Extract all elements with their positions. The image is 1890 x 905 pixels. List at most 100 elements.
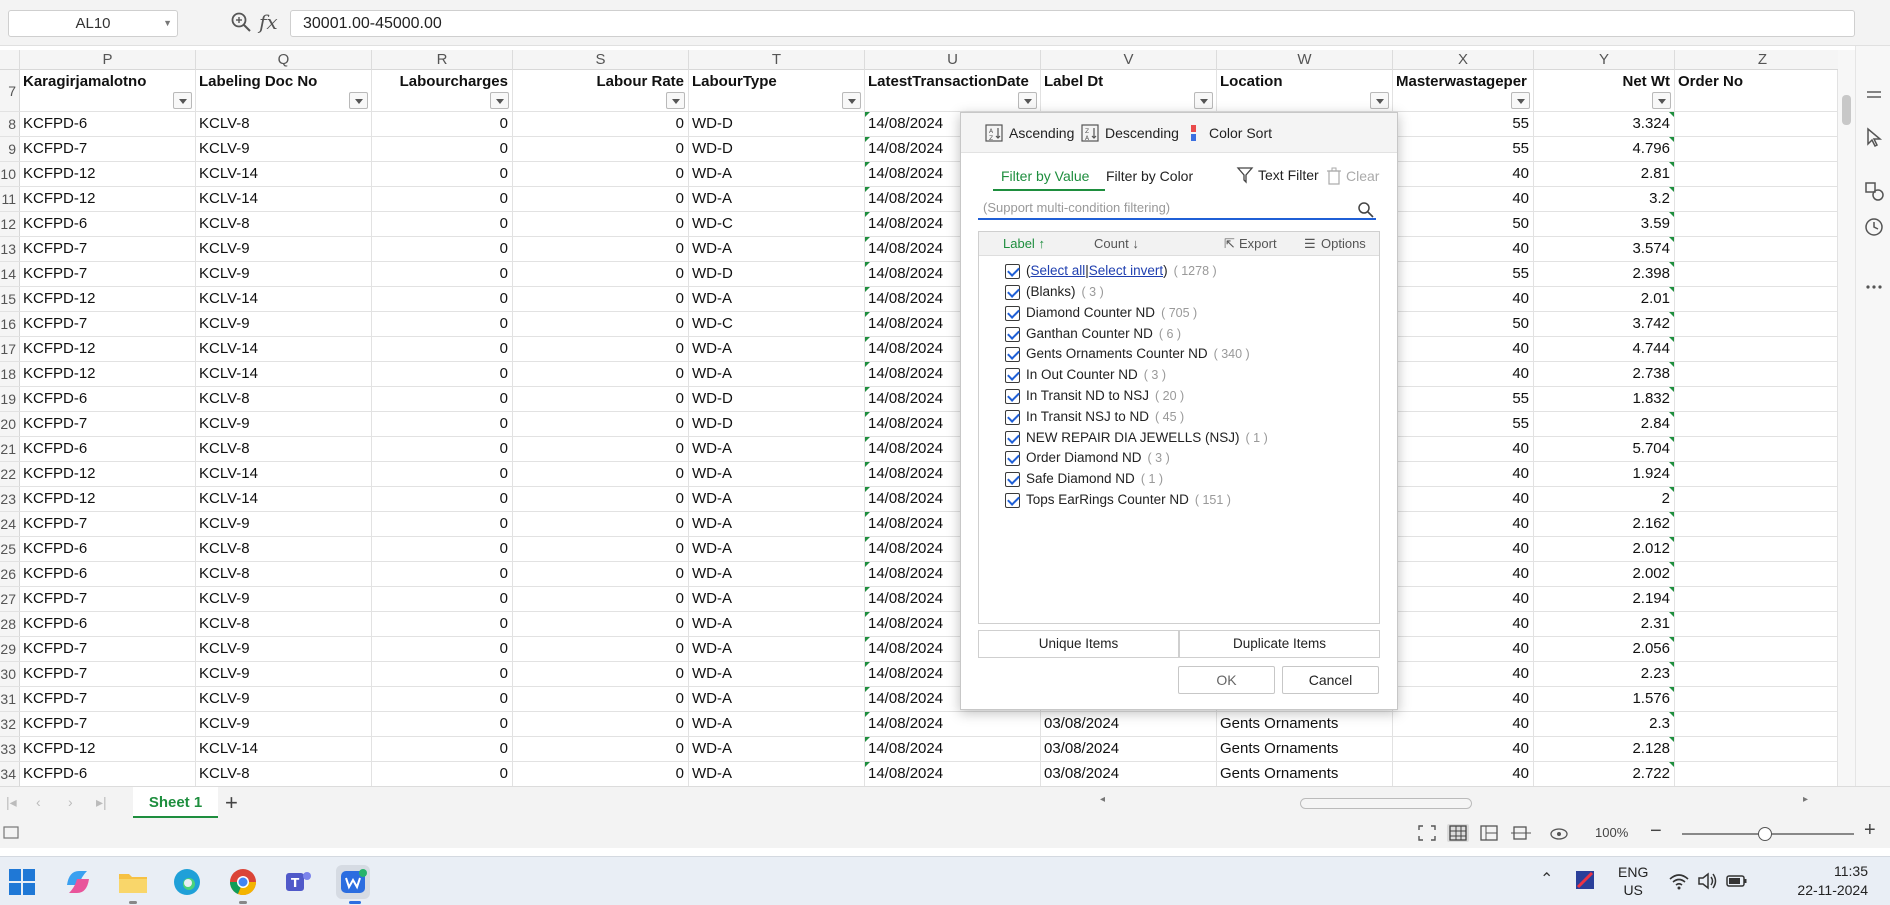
checkbox-icon[interactable] — [1005, 285, 1020, 300]
cell-x[interactable]: 50 — [1393, 212, 1534, 236]
row-number[interactable]: 17 — [0, 337, 20, 361]
cell-x[interactable]: 40 — [1393, 162, 1534, 186]
cell-z[interactable] — [1675, 262, 1838, 286]
column-letter[interactable]: Z — [1675, 50, 1851, 70]
cell-u[interactable]: 14/08/2024 — [865, 737, 1041, 761]
scroll-left-icon[interactable]: ◂ — [1100, 794, 1105, 805]
clear-button[interactable]: Clear — [1326, 167, 1379, 185]
zoom-level[interactable]: 100% — [1595, 825, 1628, 840]
column-letter[interactable]: W — [1217, 50, 1393, 70]
cell-s[interactable]: 0 — [513, 737, 689, 761]
cell-t[interactable]: WD-A — [689, 237, 865, 261]
cell-y[interactable]: 3.59 — [1534, 212, 1675, 236]
add-sheet-icon[interactable]: + — [225, 790, 238, 816]
cell-t[interactable]: WD-C — [689, 312, 865, 336]
cell-z[interactable] — [1675, 762, 1838, 786]
cell-p[interactable]: KCFPD-6 — [20, 112, 196, 136]
cell-r[interactable]: 0 — [372, 362, 513, 386]
cell-p[interactable]: KCFPD-12 — [20, 337, 196, 361]
cell-x[interactable]: 40 — [1393, 362, 1534, 386]
cell-v[interactable]: 03/08/2024 — [1041, 737, 1217, 761]
cell-y[interactable]: 5.704 — [1534, 437, 1675, 461]
cell-y[interactable]: 2.012 — [1534, 537, 1675, 561]
cell-z[interactable] — [1675, 637, 1838, 661]
page-layout-icon[interactable] — [1478, 824, 1500, 842]
cell-r[interactable]: 0 — [372, 737, 513, 761]
formula-input[interactable]: 30001.00-45000.00 — [290, 10, 1855, 37]
cell-z[interactable] — [1675, 487, 1838, 511]
cell-r[interactable]: 0 — [372, 162, 513, 186]
row-number[interactable]: 29 — [0, 637, 20, 661]
tab-filter-by-value[interactable]: Filter by Value — [993, 168, 1106, 191]
cell-r[interactable]: 0 — [372, 687, 513, 711]
copilot-icon[interactable] — [61, 865, 95, 899]
cell-u[interactable]: 14/08/2024 — [865, 712, 1041, 736]
fullscreen-icon[interactable] — [1416, 824, 1438, 842]
row-number[interactable]: 22 — [0, 462, 20, 486]
cell-q[interactable]: KCLV-9 — [196, 587, 372, 611]
cell-p[interactable]: KCFPD-7 — [20, 512, 196, 536]
row-number[interactable]: 13 — [0, 237, 20, 261]
cell-y[interactable]: 1.576 — [1534, 687, 1675, 711]
chrome-icon[interactable] — [226, 865, 260, 899]
row-number[interactable]: 32 — [0, 712, 20, 736]
cell-z[interactable] — [1675, 512, 1838, 536]
row-number[interactable]: 11 — [0, 187, 20, 211]
cell-y[interactable]: 2.002 — [1534, 562, 1675, 586]
cell-s[interactable]: 0 — [513, 262, 689, 286]
cell-q[interactable]: KCLV-9 — [196, 512, 372, 536]
cell-t[interactable]: WD-A — [689, 762, 865, 786]
cell-q[interactable]: KCLV-9 — [196, 262, 372, 286]
cell-p[interactable]: KCFPD-7 — [20, 262, 196, 286]
cell-p[interactable]: KCFPD-6 — [20, 387, 196, 411]
filter-dropdown-button[interactable] — [842, 92, 861, 109]
volume-icon[interactable] — [1697, 871, 1719, 891]
cell-x[interactable]: 40 — [1393, 487, 1534, 511]
cell-r[interactable]: 0 — [372, 287, 513, 311]
cell-s[interactable]: 0 — [513, 612, 689, 636]
cell-q[interactable]: KCLV-8 — [196, 437, 372, 461]
last-sheet-icon[interactable]: ▸| — [96, 794, 107, 811]
row-number[interactable]: 25 — [0, 537, 20, 561]
row-number[interactable]: 9 — [0, 137, 20, 161]
cell-z[interactable] — [1675, 712, 1838, 736]
cell-z[interactable] — [1675, 412, 1838, 436]
cell-r[interactable]: 0 — [372, 712, 513, 736]
cell-z[interactable] — [1675, 237, 1838, 261]
language-indicator[interactable]: ENG US — [1618, 863, 1648, 899]
cell-s[interactable]: 0 — [513, 537, 689, 561]
magnifier-icon[interactable] — [230, 11, 252, 33]
row-number[interactable]: 20 — [0, 412, 20, 436]
cell-y[interactable]: 2 — [1534, 487, 1675, 511]
cell-q[interactable]: KCLV-9 — [196, 237, 372, 261]
cell-y[interactable]: 3.324 — [1534, 112, 1675, 136]
cell-t[interactable]: WD-A — [689, 637, 865, 661]
cell-s[interactable]: 0 — [513, 112, 689, 136]
search-icon[interactable] — [1357, 201, 1374, 218]
column-letter[interactable]: P — [20, 50, 196, 70]
cell-s[interactable]: 0 — [513, 412, 689, 436]
checkbox-icon[interactable] — [1005, 368, 1020, 384]
file-explorer-icon[interactable] — [116, 865, 150, 899]
chevron-up-icon[interactable]: ⌃ — [1540, 869, 1553, 889]
name-box[interactable]: AL10 ▼ — [8, 10, 178, 37]
horizontal-scrollbar[interactable]: ◂ ▸ — [1100, 794, 1808, 811]
cell-y[interactable]: 2.84 — [1534, 412, 1675, 436]
cell-t[interactable]: WD-A — [689, 337, 865, 361]
cell-s[interactable]: 0 — [513, 512, 689, 536]
cell-r[interactable]: 0 — [372, 562, 513, 586]
cell-s[interactable]: 0 — [513, 187, 689, 211]
cell-s[interactable]: 0 — [513, 287, 689, 311]
checkbox-icon[interactable] — [1005, 409, 1020, 425]
row-number[interactable]: 15 — [0, 287, 20, 311]
cell-q[interactable]: KCLV-14 — [196, 362, 372, 386]
row-number[interactable]: 33 — [0, 737, 20, 761]
cell-x[interactable]: 40 — [1393, 187, 1534, 211]
cell-r[interactable]: 0 — [372, 762, 513, 786]
row-number[interactable]: 7 — [0, 70, 20, 111]
cell-s[interactable]: 0 — [513, 212, 689, 236]
checkbox-icon[interactable] — [1005, 326, 1020, 342]
column-letter[interactable]: R — [372, 50, 513, 70]
cell-t[interactable]: WD-D — [689, 137, 865, 161]
cell-s[interactable]: 0 — [513, 637, 689, 661]
